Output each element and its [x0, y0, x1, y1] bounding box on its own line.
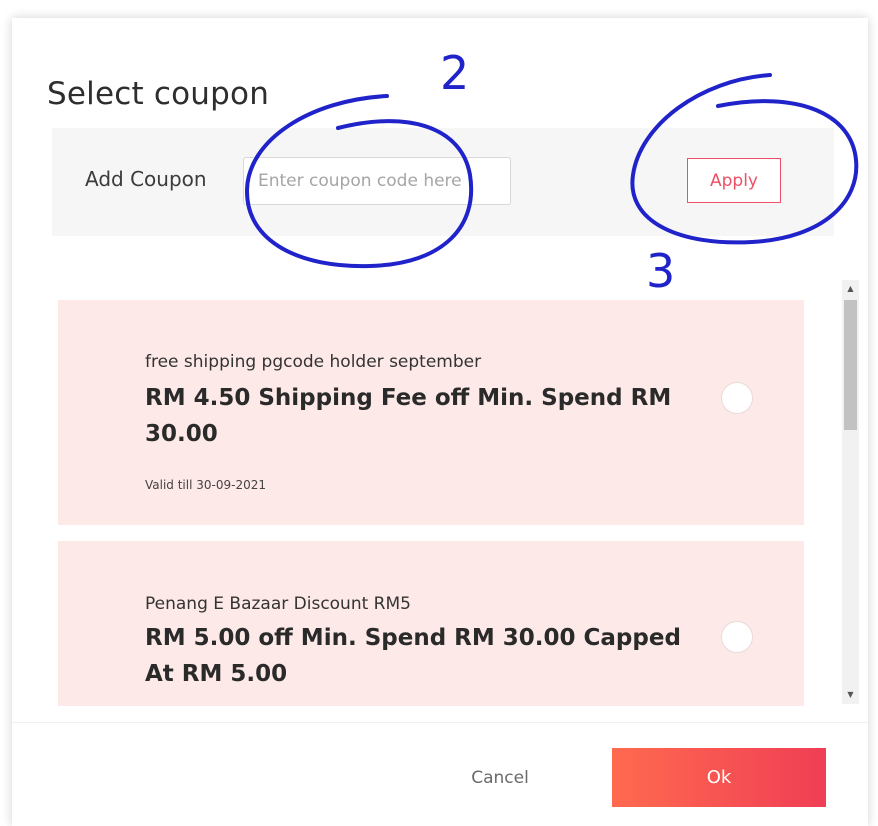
ok-button[interactable]: Ok: [612, 748, 826, 807]
coupon-select-radio[interactable]: [721, 621, 753, 653]
add-coupon-label: Add Coupon: [85, 167, 207, 191]
dialog-title: Select coupon: [47, 76, 270, 112]
annotation-number-2: 2: [440, 46, 470, 100]
coupon-name: Penang E Bazaar Discount RM5: [145, 594, 411, 614]
coupon-validity: Valid till 30-09-2021: [145, 478, 266, 492]
cancel-button[interactable]: Cancel: [440, 758, 560, 798]
coupon-list-scrollbar[interactable]: ▲ ▼: [842, 280, 859, 704]
coupon-card[interactable]: Penang E Bazaar Discount RM5 RM 5.00 off…: [58, 541, 804, 706]
apply-button[interactable]: Apply: [687, 158, 781, 203]
scroll-down-arrow-icon[interactable]: ▼: [842, 688, 859, 702]
coupon-card[interactable]: free shipping pgcode holder september RM…: [58, 300, 804, 525]
coupon-description: RM 5.00 off Min. Spend RM 30.00 Capped A…: [145, 625, 681, 687]
coupon-code-input[interactable]: [243, 157, 511, 205]
page: Select coupon Add Coupon Apply free ship…: [0, 0, 878, 826]
scroll-up-arrow-icon[interactable]: ▲: [842, 282, 859, 296]
scrollbar-thumb[interactable]: [844, 300, 857, 430]
coupon-list: free shipping pgcode holder september RM…: [58, 282, 836, 706]
coupon-select-radio[interactable]: [721, 382, 753, 414]
coupon-description: RM 4.50 Shipping Fee off Min. Spend RM 3…: [145, 385, 672, 447]
coupon-name: free shipping pgcode holder september: [145, 352, 482, 372]
footer-divider: [12, 722, 868, 723]
annotation-number-3: 3: [646, 244, 676, 298]
